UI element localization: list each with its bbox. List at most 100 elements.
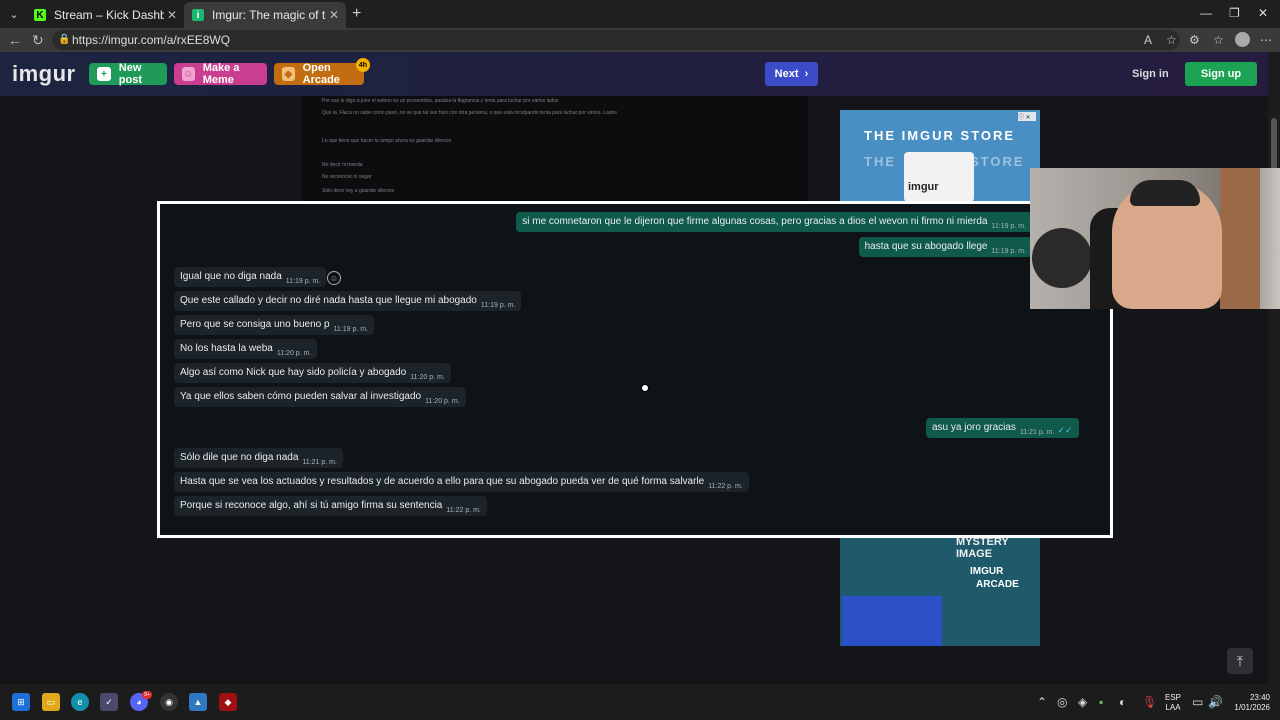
edge-browser-icon[interactable]: e [71,693,89,711]
imgur-header: imgur + New post ☺ Make a Meme ◆ Open Ar… [0,52,1268,96]
webcam-door [1220,168,1260,309]
tray-app-icon[interactable]: ▪ [1099,695,1103,709]
message-text: Pero que se consiga uno bueno p [180,319,330,330]
message-time: 11:21 p. m. [1019,429,1055,436]
scroll-to-top-button[interactable]: ⤒ [1227,648,1253,674]
sign-in-link[interactable]: Sign in [1132,68,1169,80]
post-image: Por eso le digo a jono el webon es un pr… [302,96,808,201]
open-arcade-button[interactable]: ◆ Open Arcade [274,62,364,86]
clock-date: 1/01/2026 [1234,703,1270,712]
chat-message-outgoing: si me comnetaron que le dijeron que firm… [516,212,1032,232]
restore-icon[interactable]: ❐ [1229,6,1240,20]
close-window-icon[interactable]: ✕ [1258,6,1268,20]
chat-message-incoming: No los hasta la weba 11:20 p. m. [174,339,318,359]
photos-icon[interactable]: ▲ [189,693,207,711]
address-bar[interactable]: 🔒 https://imgur.com/a/rxEE8WQ A ☆ [52,30,1180,50]
webcam-person-hair [1130,180,1200,206]
windows-start-icon[interactable]: ⊞ [12,693,30,711]
message-time: 11:19 p. m. [333,326,369,333]
collections-icon[interactable]: ☆ [1213,33,1224,47]
tab-title: Imgur: The magic of the Internet [212,8,326,22]
store-ad-title-echo: STORE [970,154,1025,169]
page-scrollbar[interactable] [1268,52,1280,684]
lang-code: ESP [1165,693,1182,702]
zoomed-chat-image: si me comnetaron que le dijeron que firm… [157,201,1113,538]
chat-message-incoming: Hasta que se vea los actuados y resultad… [174,472,749,492]
meme-icon: ☺ [182,67,195,81]
extensions-icon[interactable]: ⚙ [1189,33,1200,47]
next-button[interactable]: Next › [765,62,818,86]
new-tab-icon[interactable]: + [352,5,361,23]
favorite-star-icon[interactable]: ☆ [1166,33,1177,47]
chat-message-incoming: Que este callado y decir no diré nada ha… [174,291,522,311]
message-text: Sólo dile que no diga nada [180,452,299,463]
read-receipt-icon: ✓✓ [1057,425,1073,435]
microphone-icon[interactable]: 🎙 [1142,695,1157,709]
message-text: Que este callado y decir no diré nada ha… [180,295,477,306]
close-tab-icon[interactable]: ✕ [326,8,342,22]
kick-icon: K [34,9,46,21]
dota-icon[interactable]: ◆ [219,693,237,711]
imgur-logo[interactable]: imgur [12,61,76,87]
clock-time: 23:40 [1249,693,1270,702]
read-aloud-icon[interactable]: A [1144,33,1152,47]
message-text: Igual que no diga nada [180,271,282,282]
tab-imgur[interactable]: i Imgur: The magic of the Internet ✕ [184,2,346,28]
chat-message-incoming: Igual que no diga nada 11:19 p. m. [174,267,327,287]
message-text: hasta que su abogado llege [864,241,988,252]
message-time: 11:22 p. m. [446,507,481,514]
more-options-icon[interactable]: ⋯ [1260,33,1272,47]
new-post-label: New post [118,62,143,86]
obs-icon[interactable]: ◉ [160,693,178,711]
imgur-arcade-ad[interactable]: MYSTERY IMAGE IMGUR ARCADE [840,536,1040,646]
bg-chat-line: No reconocer ni negar [322,174,372,180]
message-time: 11:20 p. m. [276,350,312,357]
minimize-icon[interactable]: — [1200,6,1212,20]
tray-app-icon[interactable]: ◈ [1078,695,1087,709]
message-time: 11:21 p. m. [302,459,337,466]
refresh-icon[interactable]: ↻ [32,32,44,49]
message-time: 11:22 p. m. [708,483,743,490]
address-toolbar: ← ↻ 🔒 https://imgur.com/a/rxEE8WQ A ☆ ⚙ … [0,28,1280,52]
input-language[interactable]: ESP LAA [1165,693,1181,713]
discord-badge: 9+ [142,691,152,699]
make-meme-button[interactable]: ☺ Make a Meme [174,62,267,86]
message-time: 11:19 p. m. [991,248,1026,255]
new-post-button[interactable]: + New post [89,62,167,86]
back-icon[interactable]: ← [8,32,22,48]
steam-tray-icon[interactable]: ◐ [1119,695,1126,709]
volume-icon[interactable]: 🔊 [1208,695,1223,709]
network-icon[interactable]: ▭ [1192,695,1203,709]
arcade-badge: 4h [356,58,370,72]
sign-up-button[interactable]: Sign up [1185,62,1257,86]
message-text: asu ya joro gracias [932,422,1016,433]
tray-expand-icon[interactable]: ⌃ [1037,695,1047,709]
imgur-store-ad[interactable]: ⓘ ✕ THE IMGUR STORE THE STORE imgur [840,110,1040,205]
profile-avatar[interactable] [1235,32,1250,47]
message-time: 11:19 p. m. [480,302,516,309]
system-clock[interactable]: 23:40 1/01/2026 [1228,693,1270,713]
imgur-icon: i [192,9,204,21]
tab-actions-menu-icon[interactable]: ⌄ [4,4,24,24]
keyboard-image [842,596,942,646]
store-ad-title: THE IMGUR STORE [864,128,1016,143]
arcade-ad-line2: ARCADE [976,579,1019,590]
tab-kick-dashboard[interactable]: K Stream – Kick Dashboard ✕ [26,2,184,28]
message-text: Ya que ellos saben cómo pueden salvar al… [180,391,422,402]
open-arcade-label: Open Arcade [302,62,340,86]
chat-message-incoming: Ya que ellos saben cómo pueden salvar al… [174,387,466,407]
plus-icon: + [97,67,111,81]
file-explorer-icon[interactable]: ▭ [42,693,60,711]
ad-choices-icon[interactable]: ⓘ ✕ [1018,112,1036,121]
bg-chat-line: No decir ni mierda [322,162,363,168]
close-tab-icon[interactable]: ✕ [164,8,180,22]
lang-layout: LAA [1165,703,1181,712]
message-time: 11:19 p. m. [285,278,321,285]
webcam-overlay [1030,168,1280,309]
message-time: 11:20 p. m. [410,374,445,381]
streaming-app-icon[interactable]: ✓ [100,693,118,711]
message-text: Algo así como Nick que hay sido policía … [180,367,407,378]
tray-app-icon[interactable]: ◎ [1057,695,1067,709]
emoji-reaction-icon: ☺ [327,271,341,285]
make-meme-label: Make a Meme [202,62,240,86]
